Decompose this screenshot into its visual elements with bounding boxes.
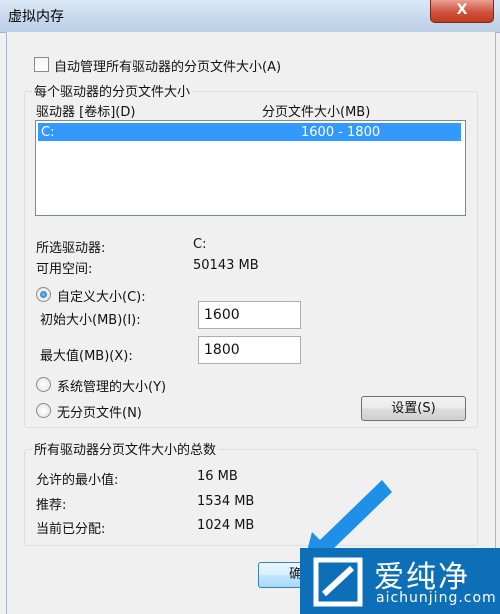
watermark-logo: 爱纯净 aichunjing.com [300, 548, 500, 614]
current-allocated-label: 当前已分配: [36, 522, 106, 537]
initial-size-label: 初始大小(MB)(I): [40, 313, 141, 328]
system-managed-label[interactable]: 系统管理的大小(Y) [57, 376, 166, 395]
recommended-label: 推荐: [36, 498, 67, 513]
free-space-value: 50143 MB [193, 258, 259, 273]
current-allocated-value: 1024 MB [197, 518, 255, 533]
total-group-caption: 所有驱动器分页文件大小的总数 [32, 439, 219, 458]
custom-size-label[interactable]: 自定义大小(C): [57, 286, 146, 305]
drive-list-row[interactable]: C: 1600 - 1800 [38, 123, 461, 141]
title-bar: 虚拟内存 X [0, 0, 500, 33]
drive-list[interactable]: C: 1600 - 1800 [35, 120, 466, 216]
per-drive-group-caption: 每个驱动器的分页文件大小 [32, 81, 193, 100]
max-size-label: 最大值(MB)(X): [40, 349, 133, 364]
selected-drive-value: C: [193, 237, 207, 252]
set-button[interactable]: 设置(S) [361, 396, 466, 421]
system-managed-radio[interactable] [36, 377, 51, 392]
watermark-mark-icon [313, 557, 363, 607]
no-paging-radio[interactable] [36, 403, 51, 418]
selected-drive-label: 所选驱动器: [36, 241, 106, 256]
free-space-label: 可用空间: [36, 262, 93, 277]
drive-list-size: 1600 - 1800 [301, 125, 381, 140]
watermark-en: aichunjing.com [376, 590, 497, 606]
auto-manage-label[interactable]: 自动管理所有驱动器的分页文件大小(A) [54, 56, 281, 75]
initial-size-input[interactable]: 1600 [198, 301, 301, 329]
recommended-value: 1534 MB [197, 494, 255, 509]
size-column-header: 分页文件大小(MB) [262, 105, 371, 120]
no-paging-label[interactable]: 无分页文件(N) [57, 402, 142, 421]
max-size-input[interactable]: 1800 [198, 336, 301, 364]
auto-manage-checkbox[interactable] [34, 57, 49, 72]
window-title: 虚拟内存 [8, 9, 64, 25]
min-size-value: 16 MB [197, 469, 238, 484]
drive-column-header: 驱动器 [卷标](D) [36, 105, 136, 120]
min-size-label: 允许的最小值: [36, 473, 119, 488]
close-button[interactable]: X [430, 0, 494, 23]
drive-list-drive: C: [41, 125, 55, 140]
custom-size-radio[interactable] [36, 287, 51, 302]
